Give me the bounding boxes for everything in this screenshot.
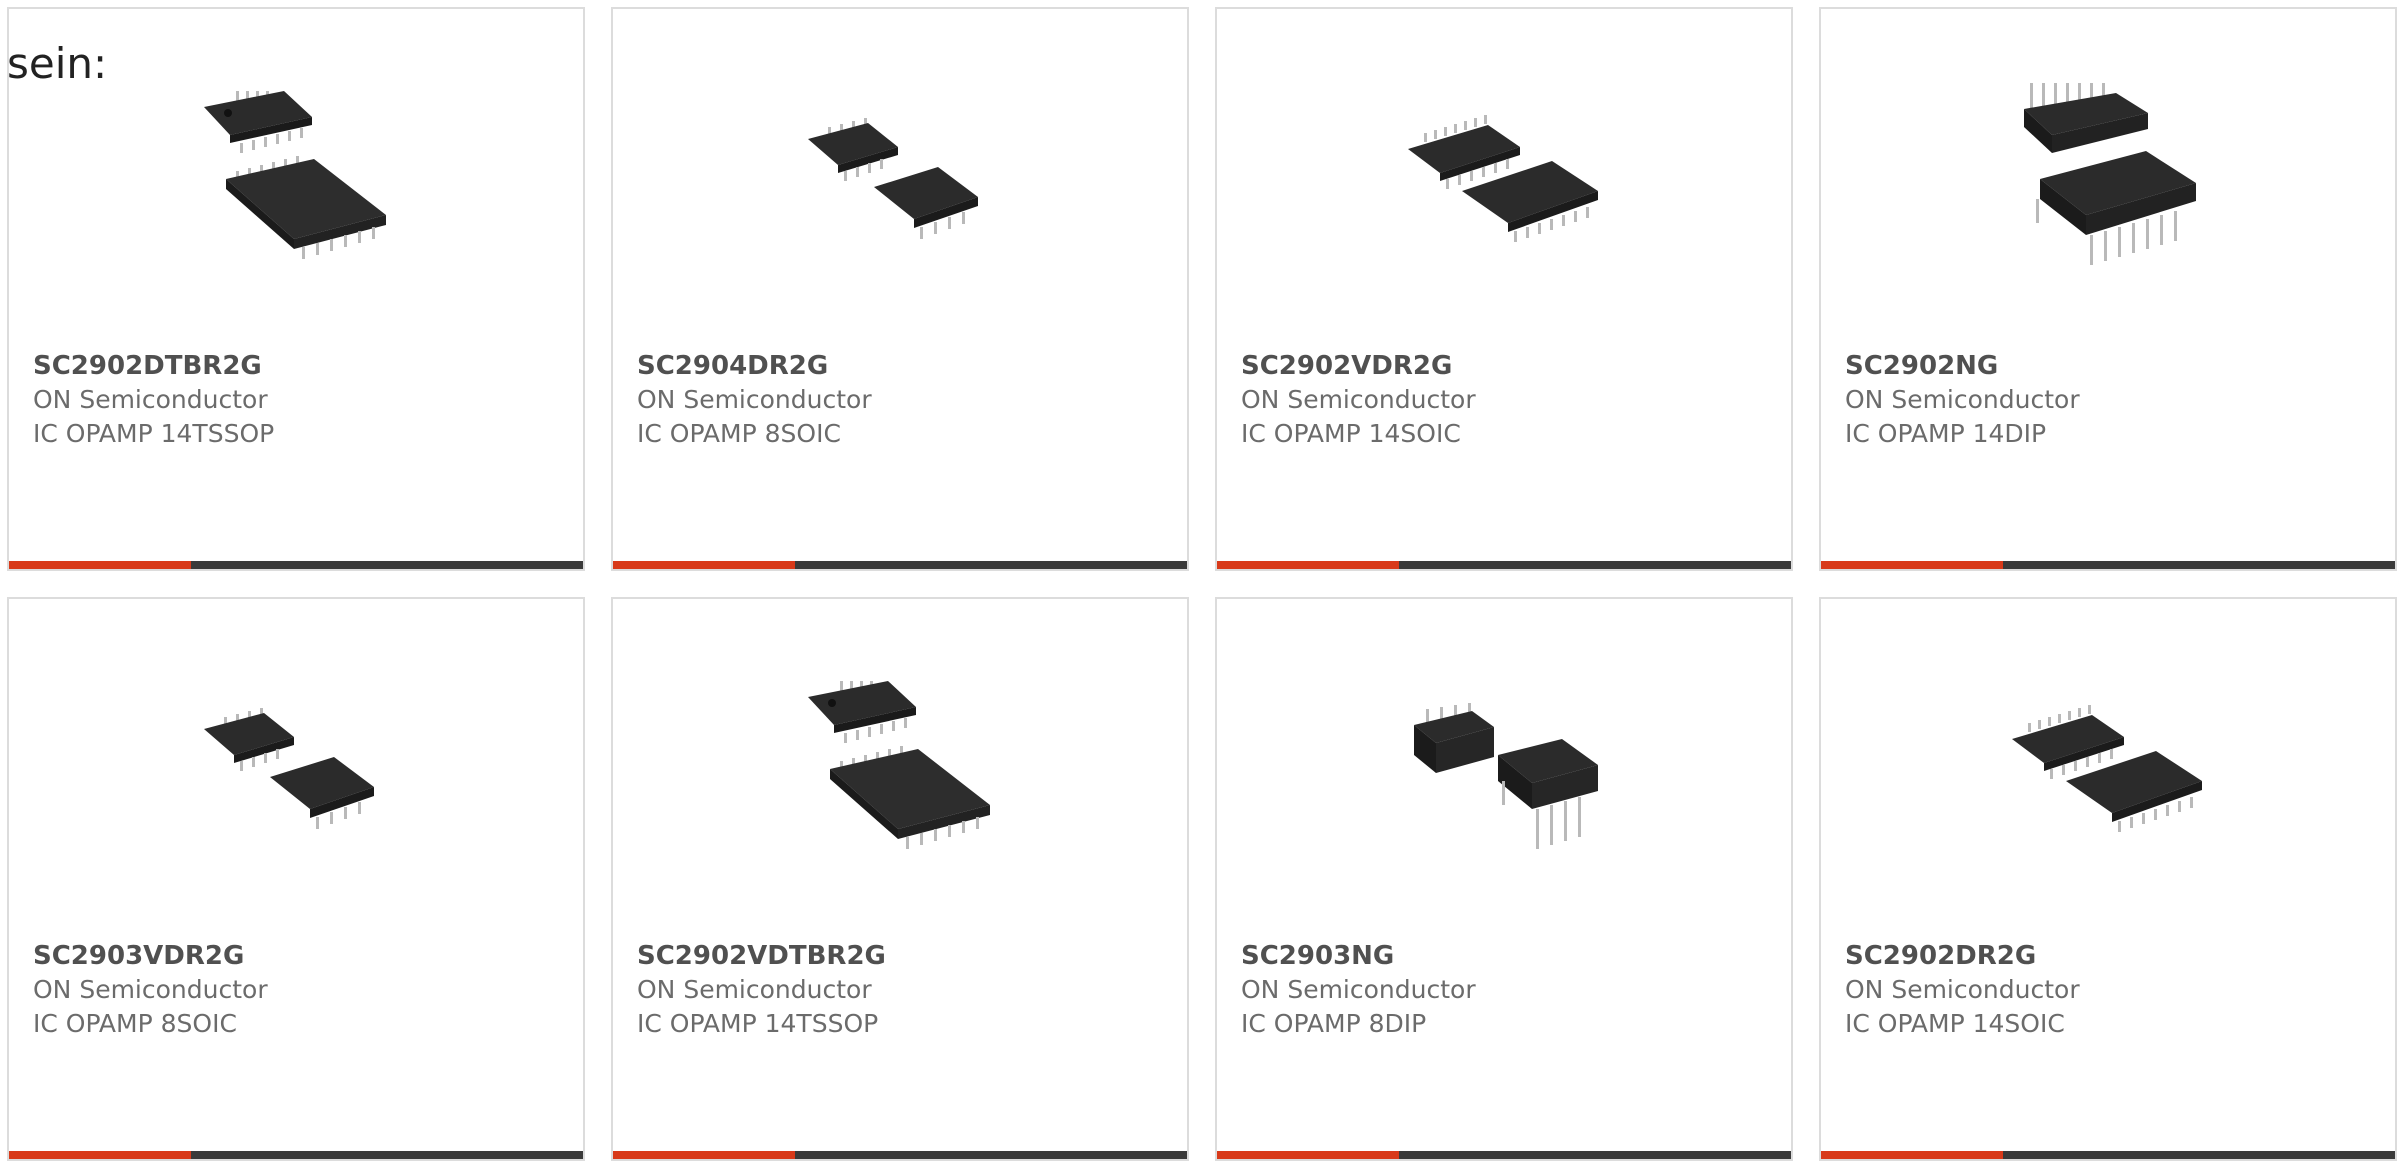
description-label: IC OPAMP 14TSSOP — [637, 1009, 879, 1038]
description-label: IC OPAMP 8SOIC — [637, 419, 841, 448]
card-bottom-bar — [613, 561, 1187, 569]
product-info: SC2903VDR2G ON Semiconductor IC OPAMP 8S… — [33, 939, 553, 1041]
dip14-chip-icon — [2006, 79, 2206, 279]
soic14-chip-icon — [2006, 669, 2206, 869]
tssop-chip-icon — [194, 79, 394, 279]
card-bottom-bar — [1821, 1151, 2395, 1159]
product-info: SC2904DR2G ON Semiconductor IC OPAMP 8SO… — [637, 349, 1157, 451]
soic8-chip-icon — [798, 79, 998, 279]
part-number-link[interactable]: SC2902DR2G — [1845, 939, 2365, 973]
card-accent-bar — [613, 1151, 795, 1159]
product-card[interactable]: SC2902NG ON Semiconductor IC OPAMP 14DIP — [1819, 7, 2397, 571]
card-bottom-bar — [1217, 1151, 1791, 1159]
manufacturer-label: ON Semiconductor — [637, 975, 872, 1004]
product-card[interactable]: SC2902VDR2G ON Semiconductor IC OPAMP 14… — [1215, 7, 1793, 571]
card-bottom-bar — [613, 1151, 1187, 1159]
product-info: SC2902DR2G ON Semiconductor IC OPAMP 14S… — [1845, 939, 2365, 1041]
card-accent-bar — [1821, 561, 2003, 569]
product-info: SC2902VDTBR2G ON Semiconductor IC OPAMP … — [637, 939, 1157, 1041]
description-label: IC OPAMP 14SOIC — [1845, 1009, 2065, 1038]
card-bottom-bar — [1821, 561, 2395, 569]
card-accent-bar — [9, 1151, 191, 1159]
manufacturer-label: ON Semiconductor — [1845, 385, 2080, 414]
product-grid: SC2902DTBR2G ON Semiconductor IC OPAMP 1… — [7, 7, 2400, 1162]
product-card[interactable]: SC2902VDTBR2G ON Semiconductor IC OPAMP … — [611, 597, 1189, 1161]
card-bottom-bar — [9, 1151, 583, 1159]
product-card[interactable]: SC2903VDR2G ON Semiconductor IC OPAMP 8S… — [7, 597, 585, 1161]
product-info: SC2903NG ON Semiconductor IC OPAMP 8DIP — [1241, 939, 1761, 1041]
manufacturer-label: ON Semiconductor — [33, 975, 268, 1004]
description-label: IC OPAMP 14SOIC — [1241, 419, 1461, 448]
card-accent-bar — [1217, 561, 1399, 569]
part-number-link[interactable]: SC2903NG — [1241, 939, 1761, 973]
soic8-chip-icon — [194, 669, 394, 869]
card-accent-bar — [1821, 1151, 2003, 1159]
tssop-chip-icon — [798, 669, 998, 869]
part-number-link[interactable]: SC2902DTBR2G — [33, 349, 553, 383]
product-card[interactable]: SC2903NG ON Semiconductor IC OPAMP 8DIP — [1215, 597, 1793, 1161]
card-accent-bar — [613, 561, 795, 569]
description-label: IC OPAMP 14TSSOP — [33, 419, 275, 448]
card-bottom-bar — [1217, 561, 1791, 569]
soic14-chip-icon — [1402, 79, 1602, 279]
description-label: IC OPAMP 8DIP — [1241, 1009, 1427, 1038]
card-bottom-bar — [9, 561, 583, 569]
product-info: SC2902DTBR2G ON Semiconductor IC OPAMP 1… — [33, 349, 553, 451]
part-number-link[interactable]: SC2902NG — [1845, 349, 2365, 383]
description-label: IC OPAMP 14DIP — [1845, 419, 2047, 448]
manufacturer-label: ON Semiconductor — [637, 385, 872, 414]
part-number-link[interactable]: SC2903VDR2G — [33, 939, 553, 973]
description-label: IC OPAMP 8SOIC — [33, 1009, 237, 1038]
product-info: SC2902VDR2G ON Semiconductor IC OPAMP 14… — [1241, 349, 1761, 451]
dip8-chip-icon — [1402, 669, 1602, 869]
part-number-link[interactable]: SC2902VDTBR2G — [637, 939, 1157, 973]
manufacturer-label: ON Semiconductor — [1241, 975, 1476, 1004]
product-card[interactable]: SC2902DTBR2G ON Semiconductor IC OPAMP 1… — [7, 7, 585, 571]
part-number-link[interactable]: SC2904DR2G — [637, 349, 1157, 383]
product-info: SC2902NG ON Semiconductor IC OPAMP 14DIP — [1845, 349, 2365, 451]
card-accent-bar — [1217, 1151, 1399, 1159]
manufacturer-label: ON Semiconductor — [1241, 385, 1476, 414]
manufacturer-label: ON Semiconductor — [33, 385, 268, 414]
intro-text: sein: — [7, 39, 108, 88]
part-number-link[interactable]: SC2902VDR2G — [1241, 349, 1761, 383]
manufacturer-label: ON Semiconductor — [1845, 975, 2080, 1004]
product-card[interactable]: SC2904DR2G ON Semiconductor IC OPAMP 8SO… — [611, 7, 1189, 571]
product-card[interactable]: SC2902DR2G ON Semiconductor IC OPAMP 14S… — [1819, 597, 2397, 1161]
card-accent-bar — [9, 561, 191, 569]
